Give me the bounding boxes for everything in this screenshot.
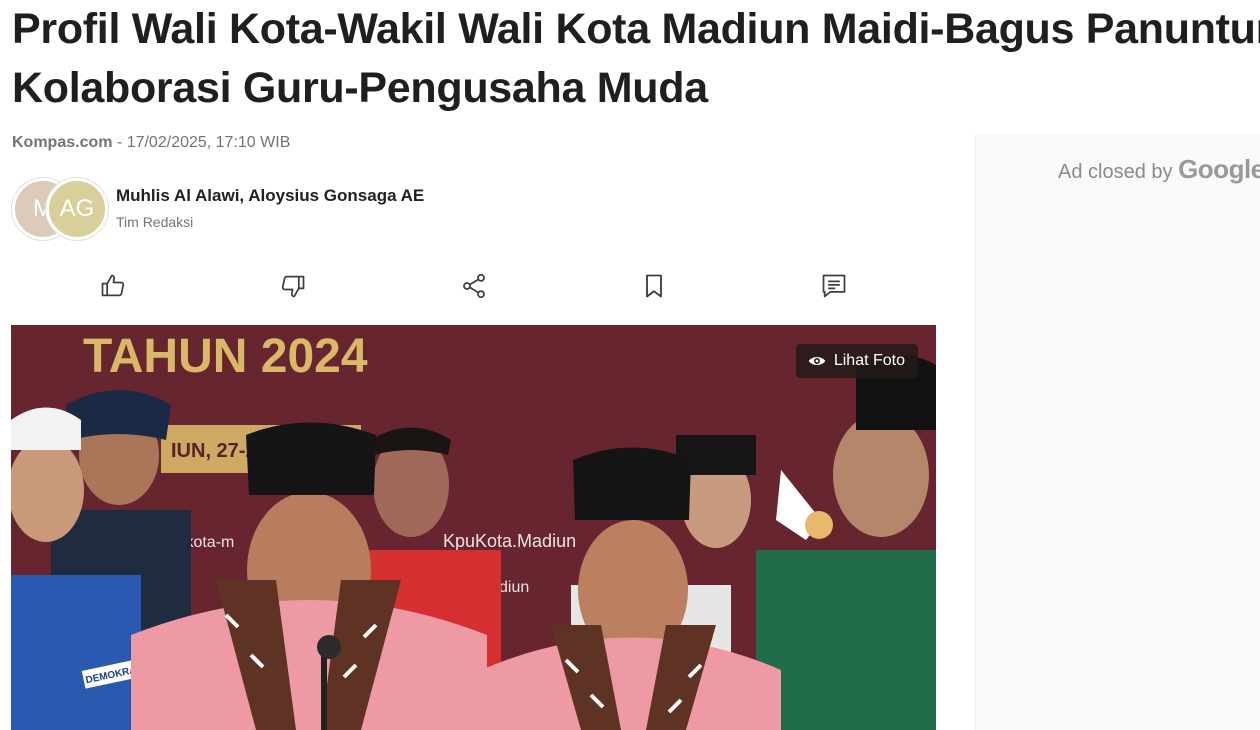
like-button[interactable] (93, 266, 133, 306)
ad-closed-notice: Ad closed by Google (1058, 154, 1260, 185)
eye-icon (808, 357, 826, 365)
backdrop-date: IUN, 27-2 (171, 440, 257, 462)
source-name[interactable]: Kompas.com (12, 134, 112, 151)
avatar-initials: AG (59, 195, 95, 222)
press-conference-photo: TAHUN 2024 IUN, 27-2 /kota-m KpuKota.Mad… (11, 325, 936, 730)
bookmark-button[interactable] (634, 266, 674, 306)
action-bar (12, 258, 936, 310)
view-photo-label: Lihat Foto (833, 352, 905, 369)
backdrop-title: TAHUN 2024 (83, 330, 368, 383)
thumbs-down-icon (281, 275, 305, 298)
author-role: Tim Redaksi (116, 214, 194, 230)
author-block: M AG Muhlis Al Alawi, Aloysius Gonsaga A… (12, 178, 512, 240)
meta-separator: - (112, 134, 127, 151)
article-title-line-2: Kolaborasi Guru-Pengusaha Muda (12, 64, 708, 112)
backdrop-city: diun (499, 579, 529, 596)
comment-icon (822, 274, 846, 298)
article-photo[interactable]: TAHUN 2024 IUN, 27-2 /kota-m KpuKota.Mad… (11, 325, 936, 730)
publish-date: 17/02/2025, 17:10 WIB (126, 134, 291, 151)
ad-slot: Ad closed by Google (975, 134, 1260, 730)
dislike-button[interactable] (273, 266, 313, 306)
author-names[interactable]: Muhlis Al Alawi, Aloysius Gonsaga AE (116, 186, 424, 206)
view-photo-button[interactable]: Lihat Foto (795, 344, 918, 378)
thumbs-up-icon (101, 274, 125, 297)
share-button[interactable] (454, 266, 494, 306)
article-title-line-1: Profil Wali Kota-Wakil Wali Kota Madiun … (12, 5, 1260, 53)
article-meta: Kompas.com - 17/02/2025, 17:10 WIB (12, 134, 290, 152)
bookmark-icon (646, 274, 662, 298)
backdrop-social: KpuKota.Madiun (443, 531, 576, 551)
share-icon (463, 273, 485, 299)
article-title: Profil Wali Kota-Wakil Wali Kota Madiun … (12, 0, 1260, 118)
google-logo: Google (1178, 154, 1260, 184)
ad-closed-label: Ad closed by (1058, 161, 1173, 183)
comment-button[interactable] (814, 266, 854, 306)
author-avatar-2[interactable]: AG (46, 178, 108, 240)
